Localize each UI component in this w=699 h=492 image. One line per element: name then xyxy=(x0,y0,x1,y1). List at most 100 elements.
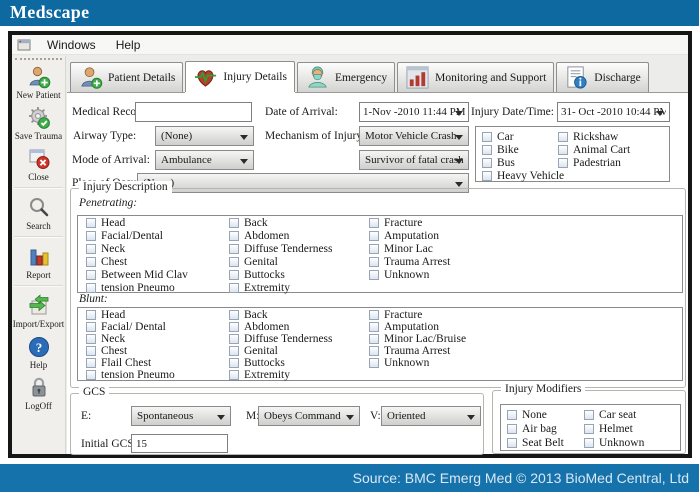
checkbox[interactable] xyxy=(507,424,517,434)
mechanism-of-injury-combo[interactable]: Motor Vehicle Crash xyxy=(359,126,469,146)
checkbox[interactable] xyxy=(229,243,239,254)
checkbox-label: Amputation xyxy=(384,229,439,242)
checkbox[interactable] xyxy=(369,310,379,320)
checkbox[interactable] xyxy=(369,256,379,267)
sidebar-item-close[interactable]: Close xyxy=(12,143,65,184)
discharge-icon xyxy=(567,66,587,89)
checkbox[interactable] xyxy=(584,424,594,434)
gcs-title: GCS xyxy=(79,386,110,398)
tab-monitoring-and-support[interactable]: Monitoring and Support xyxy=(397,62,555,92)
tab-patient-details[interactable]: Patient Details xyxy=(70,62,184,92)
survivor-combo[interactable]: Survivor of fatal crash xyxy=(359,150,469,170)
menu-help[interactable]: Help xyxy=(106,36,151,54)
checkbox[interactable] xyxy=(558,157,568,168)
injury-datetime-picker[interactable]: 31- Oct -2010 10:44 PM xyxy=(557,102,670,122)
blunt-col3: Fracture Amputation Minor Lac/Bruise Trauma… xyxy=(369,309,466,369)
sidebar-separator xyxy=(14,285,63,287)
checkbox[interactable] xyxy=(369,269,379,280)
checkbox[interactable] xyxy=(86,243,96,254)
checkbox-item: Padestrian xyxy=(558,156,630,169)
checkbox[interactable] xyxy=(507,410,517,420)
checkbox[interactable] xyxy=(86,256,96,267)
sidebar-item-label: LogOff xyxy=(25,401,52,411)
tab-injury-details[interactable]: Injury Details xyxy=(185,61,295,92)
checkbox[interactable] xyxy=(86,334,96,344)
checkbox-item: Minor Lac xyxy=(369,242,450,255)
checkbox[interactable] xyxy=(558,144,568,155)
checkbox-item: Neck xyxy=(86,333,175,345)
sidebar-item-logoff[interactable]: LogOff xyxy=(12,372,65,413)
checkbox[interactable] xyxy=(229,256,239,267)
checkbox[interactable] xyxy=(584,410,594,420)
gcs-v-combo[interactable]: Oriented xyxy=(381,406,481,426)
checkbox-label: Extremity xyxy=(244,281,290,294)
save-trauma-icon xyxy=(28,107,50,129)
checkbox[interactable] xyxy=(369,322,379,332)
checkbox-label: Flail Chest xyxy=(101,357,152,369)
checkbox[interactable] xyxy=(86,217,96,228)
sidebar-item-new-patient[interactable]: New Patient xyxy=(12,61,65,102)
medical-record-input[interactable] xyxy=(135,102,252,122)
airway-type-combo[interactable]: (None) xyxy=(155,126,254,146)
checkbox[interactable] xyxy=(86,282,96,293)
tab-discharge[interactable]: Discharge xyxy=(556,62,649,92)
checkbox[interactable] xyxy=(229,370,239,380)
injury-modifiers-box: None Air bag Seat Belt Car seat Helmet Unkno… xyxy=(500,404,681,451)
checkbox-item: Unknown xyxy=(584,436,644,450)
checkbox[interactable] xyxy=(86,370,96,380)
injury-modifiers-col2: Car seat Helmet Unknown xyxy=(584,408,644,450)
checkbox[interactable] xyxy=(86,358,96,368)
menu-windows[interactable]: Windows xyxy=(37,36,106,54)
checkbox[interactable] xyxy=(229,334,239,344)
tab-emergency[interactable]: Emergency xyxy=(296,62,396,92)
gcs-m-combo[interactable]: Obeys Command xyxy=(258,406,360,426)
mode-of-arrival-combo[interactable]: Ambulance xyxy=(155,150,254,170)
checkbox-item: Amputation xyxy=(369,229,450,242)
checkbox[interactable] xyxy=(229,230,239,241)
emergency-icon xyxy=(308,66,327,88)
checkbox[interactable] xyxy=(584,438,594,448)
checkbox[interactable] xyxy=(482,170,492,181)
tab-label: Discharge xyxy=(594,71,641,84)
checkbox[interactable] xyxy=(229,322,239,332)
sidebar-item-help[interactable]: ? Help xyxy=(12,331,65,372)
checkbox-item: Genital xyxy=(229,345,333,357)
checkbox[interactable] xyxy=(86,230,96,241)
sidebar-item-report[interactable]: Report xyxy=(12,241,65,282)
checkbox[interactable] xyxy=(86,269,96,280)
checkbox[interactable] xyxy=(369,217,379,228)
date-of-arrival-label: Date of Arrival: xyxy=(265,106,338,118)
checkbox[interactable] xyxy=(86,310,96,320)
checkbox-label: Fracture xyxy=(384,216,423,229)
checkbox-item: Car xyxy=(482,130,564,143)
checkbox[interactable] xyxy=(482,131,492,142)
checkbox[interactable] xyxy=(229,269,239,280)
checkbox-item: Helmet xyxy=(584,422,644,436)
monitoring-icon xyxy=(406,66,429,89)
checkbox[interactable] xyxy=(369,230,379,241)
initial-gcs-input[interactable]: 15 xyxy=(131,434,228,453)
checkbox[interactable] xyxy=(229,282,239,293)
checkbox[interactable] xyxy=(482,144,492,155)
checkbox[interactable] xyxy=(369,243,379,254)
checkbox[interactable] xyxy=(229,358,239,368)
gcs-e-combo[interactable]: Spontaneous xyxy=(131,406,231,426)
checkbox[interactable] xyxy=(229,310,239,320)
checkbox[interactable] xyxy=(369,334,379,344)
checkbox-item: tension Pneumo xyxy=(86,369,175,381)
checkbox[interactable] xyxy=(86,346,96,356)
checkbox[interactable] xyxy=(482,157,492,168)
sidebar-item-import-export[interactable]: Import/Export xyxy=(12,290,65,331)
checkbox[interactable] xyxy=(369,346,379,356)
checkbox[interactable] xyxy=(229,217,239,228)
blunt-col2: Back Abdomen Diffuse Tenderness Genital Butt… xyxy=(229,309,333,381)
tabstrip: Patient Details Injury Details Emergency… xyxy=(70,61,688,92)
date-of-arrival-picker[interactable]: 1-Nov -2010 11:44 PM xyxy=(359,102,469,122)
checkbox[interactable] xyxy=(369,358,379,368)
checkbox[interactable] xyxy=(86,322,96,332)
checkbox[interactable] xyxy=(558,131,568,142)
checkbox[interactable] xyxy=(229,346,239,356)
sidebar-item-save-trauma[interactable]: Save Trauma xyxy=(12,102,65,143)
sidebar-item-search[interactable]: Search xyxy=(12,192,65,233)
checkbox[interactable] xyxy=(507,438,517,448)
